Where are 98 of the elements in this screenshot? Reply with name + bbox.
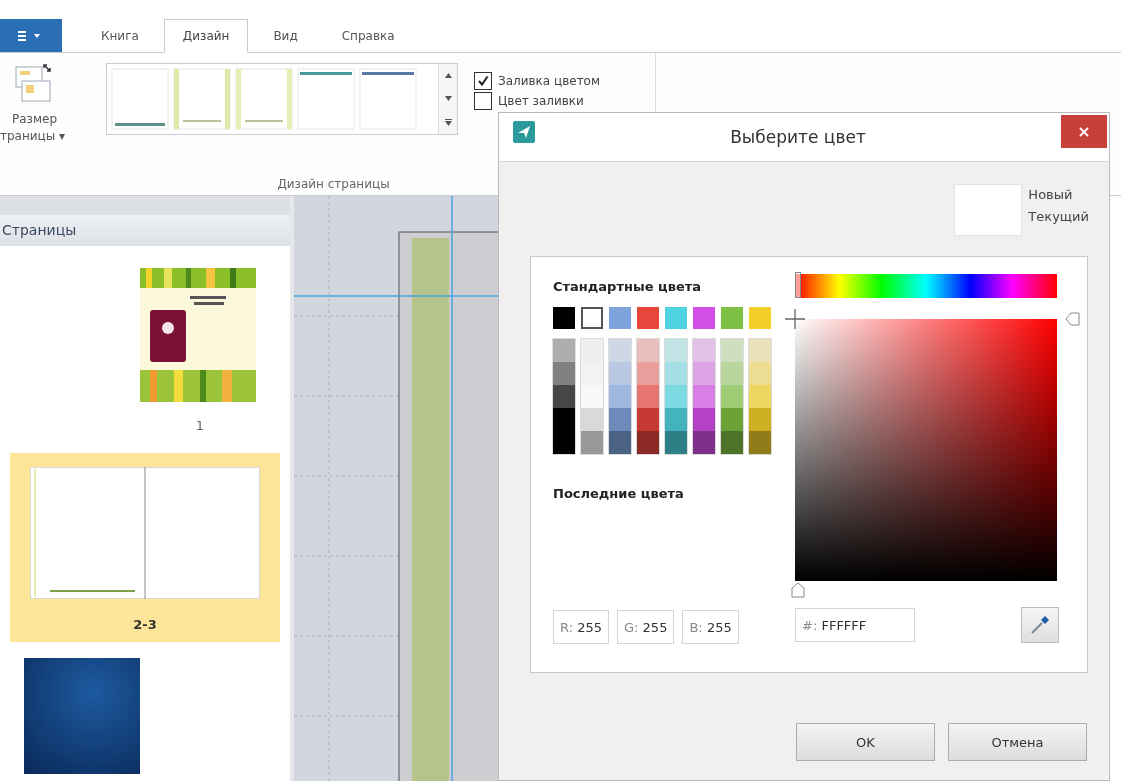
- slider-thumb[interactable]: [1065, 312, 1081, 326]
- ribbon-tab[interactable]: Дизайн: [163, 19, 249, 53]
- color-swatch[interactable]: [693, 307, 715, 329]
- color-swatch[interactable]: [637, 385, 659, 408]
- page-style-thumbnail[interactable]: [235, 68, 293, 130]
- color-swatch[interactable]: [609, 408, 631, 431]
- current-color-label: Текущий: [1028, 208, 1089, 226]
- close-button[interactable]: [1061, 115, 1107, 148]
- color-swatch[interactable]: [581, 307, 603, 329]
- crosshair-icon: [785, 309, 805, 329]
- color-swatch[interactable]: [721, 362, 743, 385]
- page-list-item[interactable]: 2-3: [10, 453, 280, 642]
- color-swatch[interactable]: [749, 339, 771, 362]
- color-swatch[interactable]: [721, 307, 743, 329]
- section-title: Стандартные цвета: [553, 279, 702, 296]
- color-swatch[interactable]: [637, 408, 659, 431]
- color-swatch[interactable]: [693, 431, 715, 454]
- color-swatch[interactable]: [665, 339, 687, 362]
- arrow-down-icon: [444, 96, 452, 102]
- color-preview: [954, 184, 1023, 236]
- color-swatch[interactable]: [665, 431, 687, 454]
- color-swatch[interactable]: [693, 362, 715, 385]
- color-swatch[interactable]: [721, 385, 743, 408]
- color-swatch[interactable]: [721, 408, 743, 431]
- color-swatch[interactable]: [553, 431, 575, 454]
- color-swatch[interactable]: [665, 408, 687, 431]
- color-swatch[interactable]: [609, 385, 631, 408]
- arrow-up-icon: [444, 73, 452, 79]
- color-swatch[interactable]: [637, 307, 659, 329]
- channel-field[interactable]: B: 255: [682, 610, 739, 644]
- page-style-thumbnail[interactable]: [359, 68, 417, 130]
- color-swatch[interactable]: [749, 385, 771, 408]
- slider-thumb[interactable]: [795, 272, 801, 298]
- panel-title: Страницы: [2, 222, 77, 239]
- color-swatch[interactable]: [665, 362, 687, 385]
- hex-field[interactable]: #: FFFFFF: [795, 608, 915, 642]
- checkbox[interactable]: [474, 72, 492, 90]
- color-swatch[interactable]: [609, 307, 631, 329]
- color-swatch[interactable]: [749, 307, 771, 329]
- page-style-thumbnail[interactable]: [173, 68, 231, 130]
- dialog-button[interactable]: OK: [796, 723, 935, 761]
- color-swatch[interactable]: [637, 431, 659, 454]
- new-color-label: Новый: [1028, 186, 1074, 204]
- channel-field[interactable]: R: 255: [553, 610, 609, 644]
- color-swatch[interactable]: [693, 385, 715, 408]
- color-swatch[interactable]: [749, 431, 771, 454]
- color-swatch[interactable]: [553, 307, 575, 329]
- ribbon-tab[interactable]: Вид: [254, 19, 317, 52]
- ribbon-group-label: Дизайн страницы: [277, 177, 390, 191]
- color-swatch[interactable]: [637, 339, 659, 362]
- color-swatch[interactable]: [749, 362, 771, 385]
- dialog-title: Выберите цвет: [729, 127, 867, 147]
- color-swatch[interactable]: [581, 385, 603, 408]
- color-swatch[interactable]: [665, 307, 687, 329]
- page-style-thumbnail[interactable]: [111, 68, 169, 130]
- color-swatch[interactable]: [665, 385, 687, 408]
- color-swatch[interactable]: [581, 362, 603, 385]
- close-icon: [1079, 126, 1089, 137]
- gallery-more-button[interactable]: [439, 110, 457, 134]
- gallery-scroll-up-button[interactable]: [439, 64, 457, 88]
- page-size-icon: [14, 63, 54, 105]
- page-size-button[interactable]: Размер траницы ▾: [0, 63, 96, 177]
- page-number-label: 2-3: [133, 617, 157, 632]
- color-swatch[interactable]: [693, 408, 715, 431]
- color-swatch[interactable]: [609, 431, 631, 454]
- channel-field[interactable]: G: 255: [617, 610, 675, 644]
- color-swatch[interactable]: [721, 339, 743, 362]
- color-swatch[interactable]: [721, 431, 743, 454]
- color-swatch[interactable]: [609, 339, 631, 362]
- hue-slider[interactable]: [795, 274, 1057, 298]
- page-style-thumbnail[interactable]: [297, 68, 355, 130]
- color-field[interactable]: [795, 319, 1057, 581]
- color-swatch[interactable]: [637, 362, 659, 385]
- dialog-button[interactable]: Отмена: [948, 723, 1087, 761]
- checkbox-label: Цвет заливки: [498, 94, 584, 108]
- color-swatch[interactable]: [749, 408, 771, 431]
- color-swatch[interactable]: [581, 408, 603, 431]
- app-icon: [513, 121, 535, 143]
- color-swatch[interactable]: [553, 339, 575, 362]
- section-title: Последние цвета: [553, 486, 685, 503]
- ribbon-tab[interactable]: Справка: [322, 19, 414, 52]
- eyedropper-button[interactable]: [1021, 607, 1059, 643]
- color-swatch[interactable]: [693, 339, 715, 362]
- color-swatch[interactable]: [553, 408, 575, 431]
- expand-icon: [444, 118, 452, 126]
- eyedropper-icon: [1029, 614, 1051, 636]
- page-number-label: 1: [195, 418, 204, 433]
- file-menu-button[interactable]: [0, 19, 62, 52]
- color-swatch[interactable]: [553, 385, 575, 408]
- color-swatch[interactable]: [581, 431, 603, 454]
- color-swatch[interactable]: [553, 362, 575, 385]
- checkbox[interactable]: [474, 92, 492, 110]
- page-list-item[interactable]: 1: [10, 268, 280, 445]
- slider-thumb[interactable]: [791, 582, 805, 598]
- ribbon-tab[interactable]: Книга: [82, 19, 158, 52]
- color-swatch[interactable]: [609, 362, 631, 385]
- checkbox-label: Заливка цветом: [498, 74, 600, 88]
- color-swatch[interactable]: [581, 339, 603, 362]
